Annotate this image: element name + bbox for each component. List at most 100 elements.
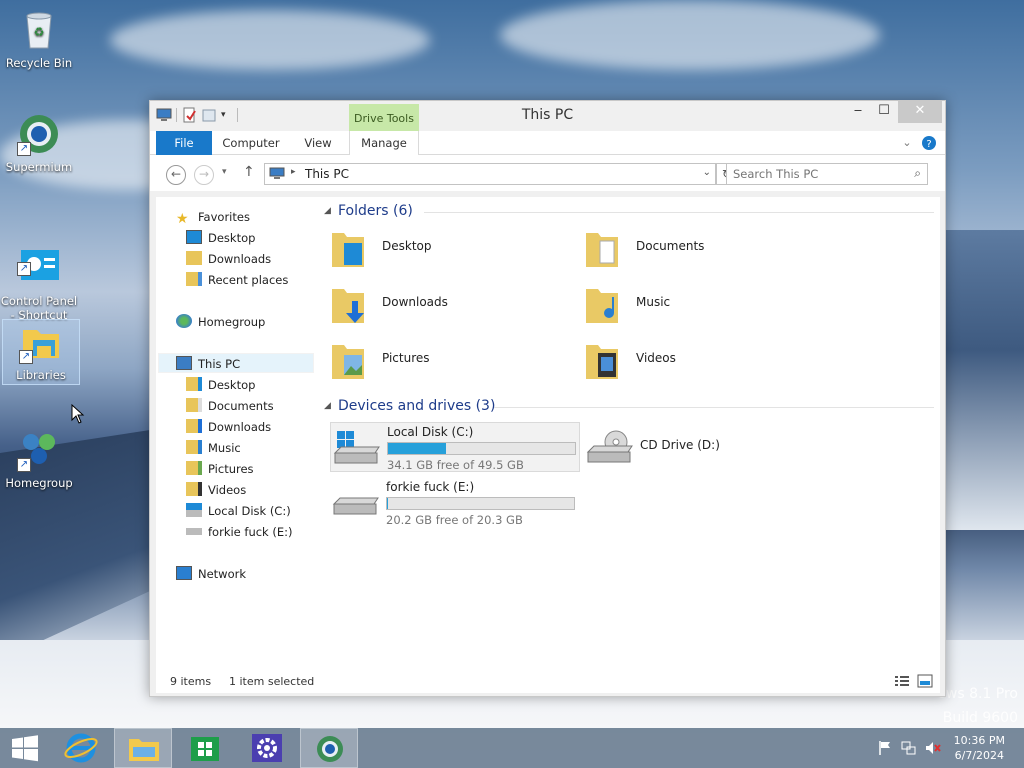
- tab-manage[interactable]: Manage: [349, 131, 419, 155]
- desktop-icon-label: Supermium: [5, 160, 73, 174]
- selection-count: 1 item selected: [229, 675, 315, 688]
- folder-tile-desktop[interactable]: Desktop: [324, 223, 564, 273]
- this-pc-icon: [269, 167, 285, 184]
- breadcrumb[interactable]: This PC: [305, 167, 349, 181]
- nav-this-pc-desktop[interactable]: Desktop: [186, 375, 255, 395]
- pictures-folder-icon: [186, 461, 202, 475]
- recycle-bin-icon: ♻: [17, 8, 61, 52]
- collapse-arrow-icon[interactable]: ◢: [324, 206, 331, 216]
- search-input[interactable]: [733, 167, 903, 181]
- ribbon-tabs: File Computer View Manage ⌄ ?: [150, 131, 945, 155]
- desktop-icon-recycle-bin[interactable]: ♻ Recycle Bin: [0, 8, 78, 70]
- action-center-flag-icon[interactable]: [878, 740, 892, 759]
- address-dropdown-icon[interactable]: ⌄: [703, 167, 711, 178]
- breadcrumb-chevron-icon[interactable]: ▸: [291, 167, 296, 177]
- shortcut-arrow-icon: ↗: [17, 142, 31, 156]
- status-bar: 9 items 1 item selected: [156, 669, 940, 693]
- help-icon[interactable]: ?: [921, 131, 937, 155]
- svg-text:?: ?: [926, 139, 931, 150]
- network-status-icon[interactable]: [901, 740, 917, 759]
- back-button[interactable]: ←: [166, 165, 186, 185]
- taskbar-store[interactable]: [176, 728, 234, 768]
- downloads-icon: [186, 251, 202, 265]
- desktop-folder-icon: [332, 233, 364, 267]
- local-disk-icon: [333, 431, 380, 464]
- up-arrow-icon[interactable]: ↑: [243, 164, 255, 180]
- details-view-icon[interactable]: [894, 674, 910, 691]
- nav-favorites-desktop[interactable]: Desktop: [186, 228, 255, 248]
- clock[interactable]: 10:36 PM 6/7/2024: [954, 733, 1005, 763]
- tab-file[interactable]: File: [156, 131, 212, 155]
- devices-group-header[interactable]: Devices and drives (3): [338, 398, 495, 414]
- taskbar: 10:36 PM 6/7/2024: [0, 728, 1024, 768]
- nav-network[interactable]: Network: [176, 564, 246, 584]
- clock-time: 10:36 PM: [953, 734, 1005, 747]
- drive-tile-e[interactable]: forkie fuck (E:) 20.2 GB free of 20.3 GB: [330, 478, 580, 528]
- this-pc-icon: [176, 356, 192, 370]
- address-bar-row: ← → ▾ ↑ ▸ This PC ⌄ ↻ ⌕: [150, 155, 945, 191]
- control-panel-icon: ↗: [17, 232, 61, 280]
- nav-this-pc-downloads[interactable]: Downloads: [186, 417, 271, 437]
- network-icon: [176, 566, 192, 580]
- folder-tile-pictures[interactable]: Pictures: [324, 335, 564, 385]
- folders-group-header[interactable]: Folders (6): [338, 203, 413, 219]
- store-icon: [191, 737, 219, 761]
- nav-this-pc-pictures[interactable]: Pictures: [186, 459, 254, 479]
- search-box[interactable]: ⌕: [726, 163, 928, 185]
- desktop-icon-libraries[interactable]: ↗ Libraries: [2, 319, 80, 385]
- drive-usage-fill: [387, 498, 388, 509]
- drive-tile-d[interactable]: CD Drive (D:): [584, 422, 834, 472]
- maximize-button[interactable]: ☐: [870, 101, 898, 123]
- clock-date: 6/7/2024: [954, 749, 1005, 762]
- volume-muted-icon[interactable]: [925, 740, 941, 759]
- shortcut-arrow-icon: ↗: [17, 262, 31, 276]
- svg-text:♻: ♻: [34, 25, 45, 39]
- minimize-button[interactable]: ‒: [844, 101, 872, 123]
- nav-homegroup[interactable]: Homegroup: [176, 312, 265, 332]
- address-box[interactable]: ▸ This PC ⌄: [264, 163, 716, 185]
- taskbar-settings[interactable]: [238, 728, 296, 768]
- music-folder-icon: [186, 440, 202, 454]
- tab-computer[interactable]: Computer: [216, 131, 286, 155]
- nav-favorites[interactable]: ★ Favorites: [176, 207, 250, 227]
- large-icons-view-icon[interactable]: [917, 674, 933, 691]
- folder-tile-documents[interactable]: Documents: [578, 223, 818, 273]
- nav-this-pc-music[interactable]: Music: [186, 438, 241, 458]
- videos-folder-icon: [586, 345, 618, 379]
- drive-usage-bar: [386, 497, 575, 510]
- start-button[interactable]: [0, 728, 50, 768]
- taskbar-supermium[interactable]: [300, 728, 358, 768]
- group-divider: [424, 212, 934, 213]
- collapse-arrow-icon[interactable]: ◢: [324, 401, 331, 411]
- shortcut-arrow-icon: ↗: [17, 458, 31, 472]
- wallpaper-mountain: [945, 230, 1024, 530]
- nav-this-pc-drive-e[interactable]: forkie fuck (E:): [186, 522, 293, 542]
- tab-view[interactable]: View: [292, 131, 344, 155]
- ribbon-expand-icon[interactable]: ⌄: [900, 131, 914, 155]
- nav-this-pc-documents[interactable]: Documents: [186, 396, 274, 416]
- folder-tile-downloads[interactable]: Downloads: [324, 279, 564, 329]
- desktop-icon-label: Control Panel - Shortcut: [0, 294, 78, 322]
- taskbar-file-explorer[interactable]: [114, 728, 172, 768]
- nav-this-pc[interactable]: This PC: [158, 353, 314, 373]
- downloads-folder-icon: [186, 419, 202, 433]
- nav-this-pc-local-disk[interactable]: Local Disk (C:): [186, 501, 291, 521]
- folder-tile-videos[interactable]: Videos: [578, 335, 818, 385]
- title-bar[interactable]: ▾ Drive Tools This PC ‒ ☐ ✕: [150, 101, 945, 131]
- desktop-icon-homegroup[interactable]: ↗ Homegroup: [0, 428, 78, 490]
- nav-favorites-downloads[interactable]: Downloads: [186, 249, 271, 269]
- nav-favorites-recent-places[interactable]: Recent places: [186, 270, 288, 290]
- taskbar-internet-explorer[interactable]: [52, 728, 110, 768]
- folder-tile-music[interactable]: Music: [578, 279, 818, 329]
- recent-locations-dropdown-icon[interactable]: ▾: [222, 167, 227, 177]
- wallpaper-cloud: [110, 10, 430, 70]
- main-pane: ◢ Folders (6) Desktop Documents Download…: [324, 197, 940, 669]
- desktop-icon-supermium[interactable]: ↗ Supermium: [0, 112, 78, 174]
- forward-button[interactable]: →: [194, 165, 214, 185]
- drive-tile-c[interactable]: Local Disk (C:) 34.1 GB free of 49.5 GB: [330, 422, 580, 472]
- wallpaper-cloud: [500, 0, 880, 70]
- window-title: This PC: [521, 107, 574, 123]
- search-icon[interactable]: ⌕: [914, 166, 921, 181]
- nav-this-pc-videos[interactable]: Videos: [186, 480, 246, 500]
- close-button[interactable]: ✕: [898, 101, 942, 123]
